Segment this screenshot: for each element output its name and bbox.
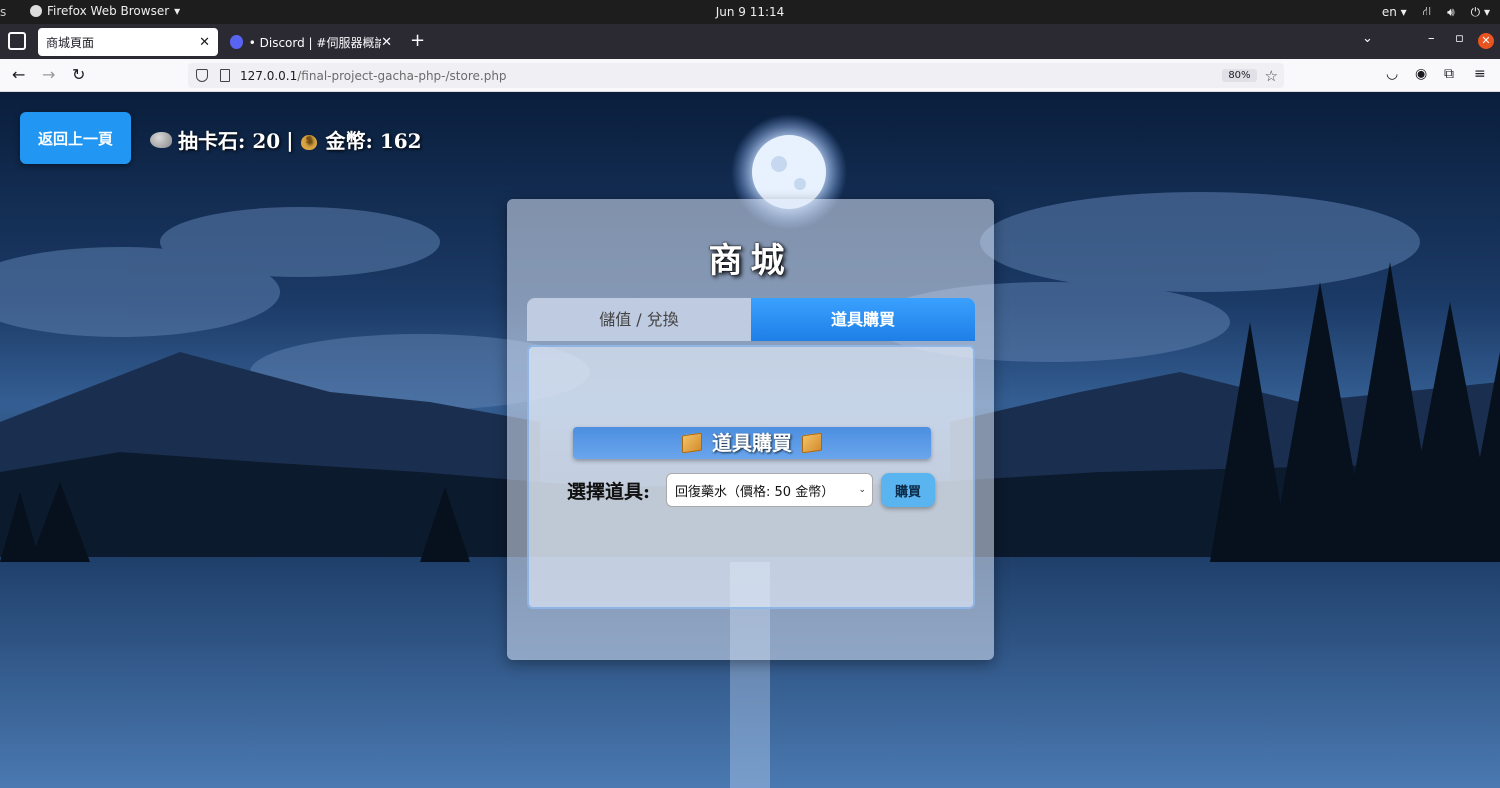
url-text[interactable]: 127.0.0.1/final-project-gacha-php-/store… <box>240 69 507 83</box>
network-icon[interactable]: ⛙ <box>1423 4 1431 20</box>
tab-strip: 商城頁面 ✕ • Discord | #伺服器概論 | ✕ + ⌄ – ▫ ✕ <box>0 24 1500 59</box>
stones-count: 抽卡石: 20 <box>178 129 281 153</box>
discord-icon <box>230 35 243 49</box>
system-top-bar: s Firefox Web Browser ▾ Jun 9 11:14 en ▾… <box>0 0 1500 24</box>
section-header: 道具購買 <box>573 427 931 459</box>
tab-overflow-chevron-icon[interactable]: ⌄ <box>1362 31 1373 46</box>
money-bag-icon <box>299 130 319 150</box>
zoom-level[interactable]: 80% <box>1222 69 1257 82</box>
new-tab-button[interactable]: + <box>410 30 425 51</box>
back-arrow-icon[interactable]: ← <box>12 65 25 84</box>
tab-item-purchase[interactable]: 道具購買 <box>751 298 975 341</box>
close-icon[interactable]: ✕ <box>199 35 210 50</box>
close-icon[interactable]: ✕ <box>381 35 392 50</box>
minimize-icon[interactable]: – <box>1428 31 1435 46</box>
tab-topup-exchange[interactable]: 儲值 / 兌換 <box>527 298 751 341</box>
menu-icon[interactable]: ≡ <box>1474 66 1486 82</box>
stone-icon <box>150 131 172 148</box>
chevron-down-icon: ⌄ <box>858 485 867 495</box>
coins-count: 金幣: 162 <box>325 129 422 153</box>
store-title: 商城 <box>708 241 793 281</box>
item-purchase-panel: 道具購買 選擇道具: 回復藥水（價格: 50 金幣） ⌄ 購買 <box>527 345 975 609</box>
clock[interactable]: Jun 9 11:14 <box>716 5 785 19</box>
select-label: 選擇道具: <box>567 480 651 503</box>
tab-discord[interactable]: • Discord | #伺服器概論 | ✕ <box>222 28 400 56</box>
forward-arrow-icon[interactable]: → <box>42 65 55 84</box>
list-all-tabs-icon[interactable] <box>8 32 26 50</box>
separator: | <box>286 127 294 152</box>
nav-bar: ← → ↻ 127.0.0.1/final-project-gacha-php-… <box>0 59 1500 92</box>
currency-display: 抽卡石: 20 | 金幣: 162 <box>150 125 422 154</box>
language-indicator[interactable]: en ▾ <box>1382 5 1407 19</box>
section-title: 道具購買 <box>712 431 792 455</box>
tab-label: • Discord | #伺服器概論 | <box>248 35 382 50</box>
address-bar[interactable]: 127.0.0.1/final-project-gacha-php-/store… <box>188 63 1284 88</box>
item-select[interactable]: 回復藥水（價格: 50 金幣） ⌄ <box>666 473 874 507</box>
bookmark-star-icon[interactable]: ☆ <box>1265 67 1278 85</box>
store-page: 返回上一頁 抽卡石: 20 | 金幣: 162 商城 儲值 / 兌換 道具購買 … <box>0 92 1500 788</box>
page-icon[interactable] <box>220 69 230 82</box>
window-close-icon[interactable]: ✕ <box>1478 33 1494 49</box>
back-button[interactable]: 返回上一頁 <box>20 112 131 164</box>
pocket-icon[interactable]: ◡ <box>1386 66 1398 82</box>
restore-icon[interactable]: ▫ <box>1455 31 1464 46</box>
package-icon <box>682 432 702 454</box>
item-select-row: 選擇道具: 回復藥水（價格: 50 金幣） ⌄ 購買 <box>567 473 936 507</box>
account-icon[interactable]: ◉ <box>1415 66 1427 82</box>
buy-button[interactable]: 購買 <box>881 473 936 507</box>
tab-store[interactable]: 商城頁面 ✕ <box>38 28 218 56</box>
volume-icon[interactable]: 🔊︎ <box>1447 5 1455 20</box>
reload-icon[interactable]: ↻ <box>72 65 85 84</box>
power-icon[interactable]: ⏻ ▾ <box>1471 5 1490 20</box>
shield-icon[interactable] <box>196 69 208 82</box>
extensions-icon[interactable]: ⧉ <box>1444 66 1454 82</box>
store-panel: 商城 儲值 / 兌換 道具購買 道具購買 選擇道具: 回復藥水（價格: 50 金… <box>507 199 994 660</box>
selected-item: 回復藥水（價格: 50 金幣） <box>675 484 835 500</box>
store-tabs: 儲值 / 兌換 道具購買 <box>527 298 975 341</box>
package-icon <box>802 432 822 454</box>
tab-label: 商城頁面 <box>46 35 95 50</box>
